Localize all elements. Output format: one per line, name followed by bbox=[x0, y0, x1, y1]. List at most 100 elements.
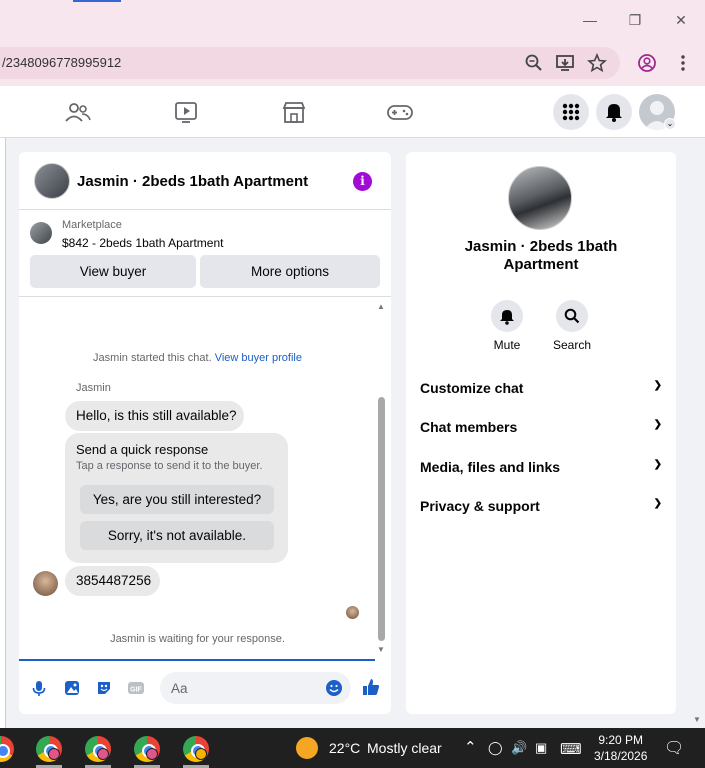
search-icon bbox=[564, 308, 580, 324]
message-bubble[interactable]: Hello, is this still available? bbox=[65, 401, 244, 431]
section-label: Customize chat bbox=[420, 380, 524, 396]
facebook-top-nav: ⌄ bbox=[0, 86, 705, 138]
mute-label: Mute bbox=[493, 338, 521, 352]
chat-started-text: Jasmin started this chat. bbox=[93, 352, 212, 364]
chat-started-line: Jasmin started this chat. View buyer pro… bbox=[19, 352, 376, 364]
page-scroll-down-arrow[interactable]: ▼ bbox=[693, 715, 701, 724]
profile-badge-icon bbox=[195, 748, 207, 760]
quick-response-yes[interactable]: Yes, are you still interested? bbox=[80, 485, 274, 514]
chat-header: Jasmin · 2beds 1bath Apartment i bbox=[19, 152, 391, 210]
listing-photo[interactable] bbox=[508, 166, 572, 230]
chevron-down-icon: ❯ bbox=[653, 498, 662, 509]
chat-scrollbar-thumb[interactable] bbox=[378, 397, 385, 641]
like-thumb-icon[interactable] bbox=[361, 677, 381, 697]
info-panel-title: Jasmin · 2beds 1bath Apartment bbox=[464, 238, 618, 273]
close-window-button[interactable]: ✕ bbox=[670, 10, 692, 30]
chevron-down-icon: ❯ bbox=[653, 419, 662, 430]
view-buyer-button[interactable]: View buyer bbox=[30, 255, 196, 288]
sticker-icon[interactable] bbox=[95, 679, 113, 697]
friends-icon[interactable] bbox=[64, 100, 92, 124]
listing-avatar[interactable] bbox=[34, 163, 70, 199]
chat-title[interactable]: Jasmin · 2beds 1bath Apartment bbox=[77, 173, 308, 190]
section-media-files-links[interactable]: Media, files and links ❯ bbox=[420, 459, 662, 481]
bookmark-star-icon[interactable] bbox=[586, 52, 608, 74]
clock[interactable]: 9:20 PM 3/18/2026 bbox=[594, 732, 647, 764]
marketplace-listing-card: Marketplace $842 - 2beds 1bath Apartment… bbox=[19, 211, 391, 297]
browser-menu-icon[interactable] bbox=[672, 52, 694, 74]
message-bubble-phone[interactable]: 3854487256 bbox=[65, 566, 160, 596]
left-panel-edge bbox=[0, 138, 6, 728]
waiting-text: Jasmin is waiting for your response. bbox=[110, 633, 285, 645]
minimize-button[interactable]: — bbox=[579, 10, 601, 30]
weather-condition[interactable]: Mostly clear bbox=[367, 740, 442, 756]
gaming-icon[interactable] bbox=[386, 100, 414, 124]
windows-taskbar: 22°C Mostly clear ⌃ ◯ 🔊 ▣ ⌨ 9:20 PM 3/18… bbox=[0, 728, 705, 768]
restore-button[interactable]: ❐ bbox=[624, 10, 646, 30]
message-input-placeholder: Aa bbox=[171, 681, 188, 696]
quick-response-title: Send a quick response bbox=[76, 442, 209, 457]
photo-icon[interactable] bbox=[63, 679, 81, 697]
account-chevron-icon[interactable]: ⌄ bbox=[664, 118, 676, 130]
search-action[interactable]: Search bbox=[542, 300, 602, 352]
microphone-icon[interactable] bbox=[30, 679, 48, 697]
more-options-button[interactable]: More options bbox=[200, 255, 380, 288]
clock-time: 9:20 PM bbox=[598, 733, 644, 747]
profile-badge-icon bbox=[97, 748, 109, 760]
notifications-icon[interactable]: 🗨 bbox=[664, 738, 684, 758]
seen-indicator-avatar bbox=[346, 606, 359, 619]
quick-response-sorry[interactable]: Sorry, it's not available. bbox=[80, 521, 274, 550]
profile-badge-icon bbox=[48, 748, 60, 760]
composer-focus-line bbox=[19, 659, 375, 661]
zoom-icon[interactable] bbox=[523, 52, 545, 74]
message-composer: GIF Aa bbox=[19, 662, 391, 714]
view-buyer-profile-link[interactable]: View buyer profile bbox=[215, 352, 302, 364]
mute-action[interactable]: Mute bbox=[477, 300, 537, 352]
section-customize-chat[interactable]: Customize chat ❯ bbox=[420, 380, 662, 402]
chevron-down-icon: ❯ bbox=[653, 380, 662, 391]
buyer-avatar[interactable] bbox=[33, 571, 58, 596]
section-label: Privacy & support bbox=[420, 498, 540, 514]
quick-response-card: Send a quick response Tap a response to … bbox=[65, 433, 288, 563]
marketplace-label: Marketplace bbox=[62, 219, 122, 231]
quick-response-subtitle: Tap a response to send it to the buyer. bbox=[76, 460, 263, 472]
grid-icon bbox=[562, 103, 580, 121]
sender-name: Jasmin bbox=[76, 382, 111, 394]
messenger-button[interactable] bbox=[596, 94, 632, 130]
section-label: Chat members bbox=[420, 419, 518, 435]
section-label: Media, files and links bbox=[420, 459, 561, 475]
messenger-bell-icon bbox=[606, 104, 622, 122]
chevron-up-icon[interactable]: ⌃ bbox=[464, 738, 477, 756]
gif-icon[interactable]: GIF bbox=[127, 679, 145, 697]
meet-icon[interactable]: ◯ bbox=[488, 740, 503, 756]
keyboard-icon[interactable]: ⌨ bbox=[560, 740, 582, 758]
weather-moon-icon[interactable] bbox=[296, 737, 318, 759]
listing-thumbnail bbox=[30, 222, 52, 244]
menu-grid-button[interactable] bbox=[553, 94, 589, 130]
url-text: /2348096778995912 bbox=[2, 55, 122, 70]
section-chat-members[interactable]: Chat members ❯ bbox=[420, 419, 662, 441]
mute-button[interactable] bbox=[491, 300, 523, 332]
listing-title[interactable]: $842 - 2beds 1bath Apartment bbox=[62, 236, 223, 250]
info-icon[interactable]: i bbox=[353, 172, 372, 191]
bell-icon bbox=[500, 310, 514, 325]
profile-icon[interactable] bbox=[636, 52, 658, 74]
search-label: Search bbox=[552, 338, 592, 352]
conversation-info-panel: Jasmin · 2beds 1bath Apartment Mute Sear… bbox=[406, 152, 676, 714]
speaker-icon[interactable]: 🔊 bbox=[511, 740, 527, 756]
install-app-icon[interactable] bbox=[554, 52, 576, 74]
scroll-up-arrow[interactable]: ▲ bbox=[377, 302, 385, 311]
active-tab-indicator bbox=[73, 0, 121, 2]
watch-icon[interactable] bbox=[172, 100, 200, 124]
scroll-down-arrow[interactable]: ▼ bbox=[377, 645, 385, 654]
marketplace-icon[interactable] bbox=[280, 100, 308, 124]
chrome-taskbar-icon[interactable] bbox=[0, 736, 14, 762]
clock-date: 3/18/2026 bbox=[594, 749, 648, 763]
section-privacy-support[interactable]: Privacy & support ❯ bbox=[420, 498, 662, 520]
message-input[interactable]: Aa bbox=[160, 672, 351, 704]
search-button[interactable] bbox=[556, 300, 588, 332]
temperature[interactable]: 22°C bbox=[329, 740, 360, 756]
profile-badge-icon bbox=[146, 748, 158, 760]
network-icon[interactable]: ▣ bbox=[535, 740, 547, 756]
emoji-icon[interactable] bbox=[325, 679, 343, 697]
chevron-down-icon: ❯ bbox=[653, 459, 662, 470]
